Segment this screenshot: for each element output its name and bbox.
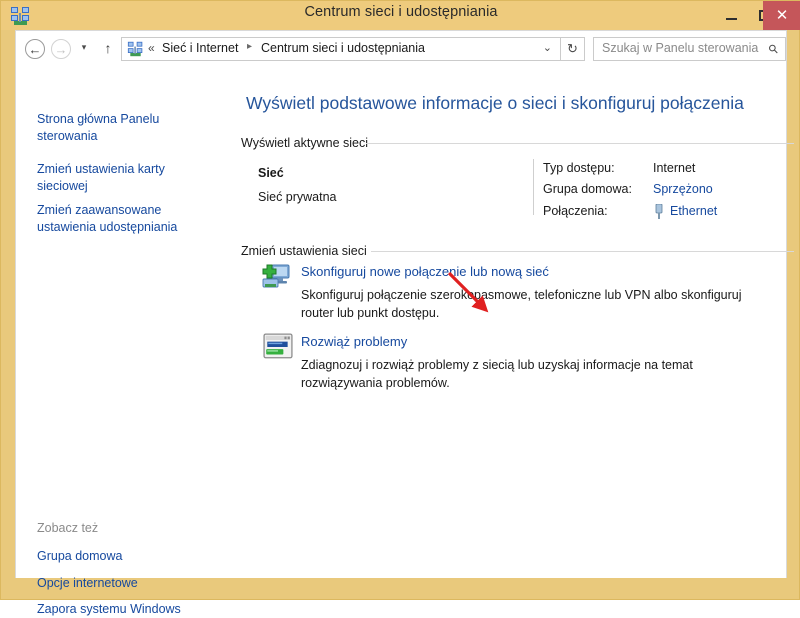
breadcrumb-item-root[interactable]: Sieć i Internet bbox=[162, 41, 238, 55]
see-also-heading: Zobacz też bbox=[37, 521, 99, 535]
network-name: Sieć bbox=[258, 166, 284, 180]
page-title: Wyświetl podstawowe informacje o sieci i… bbox=[246, 93, 744, 113]
vertical-divider bbox=[533, 159, 534, 215]
sidebar-item-internet-options[interactable]: Opcje internetowe bbox=[37, 575, 212, 592]
minimize-button[interactable] bbox=[715, 1, 748, 30]
sidebar-item-change-advanced-sharing[interactable]: Zmień zaawansowane ustawienia udostępnia… bbox=[37, 202, 212, 236]
sidebar-item-homegroup[interactable]: Grupa domowa bbox=[37, 548, 212, 565]
section-divider bbox=[371, 251, 794, 252]
search-icon[interactable]: ⚲ bbox=[766, 41, 782, 57]
task-link-troubleshoot[interactable]: Rozwiąż problemy bbox=[301, 334, 407, 349]
navigation-bar: ← → ▾ ↑ « Sieć i Internet ▸ Centrum siec… bbox=[16, 31, 786, 67]
detail-value-homegroup[interactable]: Sprzężono bbox=[653, 182, 713, 196]
close-button[interactable]: ✕ bbox=[763, 1, 800, 30]
arrow-up-icon: ↑ bbox=[104, 40, 112, 56]
section-divider bbox=[366, 143, 794, 144]
add-network-icon[interactable] bbox=[261, 263, 291, 291]
chevron-down-icon[interactable]: ⌄ bbox=[543, 41, 552, 54]
network-type: Sieć prywatna bbox=[258, 190, 337, 204]
recent-locations-button[interactable]: ▾ bbox=[77, 42, 91, 56]
section-heading-change-settings: Zmień ustawienia sieci bbox=[241, 244, 367, 258]
minimize-icon bbox=[726, 18, 737, 20]
back-button[interactable]: ← bbox=[25, 39, 45, 59]
task-description-setup-new-connection: Skonfiguruj połączenie szerokopasmowe, t… bbox=[301, 288, 742, 320]
detail-label-connections: Połączenia: bbox=[543, 204, 608, 218]
search-input[interactable]: Szukaj w Panelu sterowania ⚲ bbox=[593, 37, 786, 61]
window-title: Centrum sieci i udostępniania bbox=[304, 4, 498, 20]
network-plug-icon bbox=[655, 204, 663, 219]
breadcrumb-prefix: « bbox=[148, 41, 155, 55]
refresh-button[interactable]: ↻ bbox=[561, 37, 585, 61]
sidebar: Strona główna Panelu sterowania Zmień us… bbox=[16, 67, 228, 616]
title-bar: Centrum sieci i udostępniania ✕ bbox=[1, 1, 800, 30]
forward-button[interactable]: → bbox=[51, 39, 71, 59]
detail-value-access-type: Internet bbox=[653, 161, 696, 175]
sidebar-item-control-panel-home[interactable]: Strona główna Panelu sterowania bbox=[37, 111, 212, 145]
detail-label-access-type: Typ dostępu: bbox=[543, 161, 615, 175]
up-button[interactable]: ↑ bbox=[100, 39, 116, 57]
window-frame: Centrum sieci i udostępniania ✕ ← → ▾ ↑ bbox=[0, 0, 800, 616]
client-area: ← → ▾ ↑ « Sieć i Internet ▸ Centrum siec… bbox=[15, 30, 794, 616]
main-content: Wyświetl podstawowe informacje o sieci i… bbox=[228, 67, 794, 578]
breadcrumb-separator-icon[interactable]: ▸ bbox=[247, 41, 252, 52]
task-description-troubleshoot: Zdiagnozuj i rozwiąż problemy z siecią l… bbox=[301, 358, 693, 390]
task-link-setup-new-connection[interactable]: Skonfiguruj nowe połączenie lub nową sie… bbox=[301, 264, 549, 279]
back-arrow-icon: ← bbox=[28, 41, 42, 57]
network-icon bbox=[127, 41, 143, 57]
detail-value-connections[interactable]: Ethernet bbox=[670, 204, 717, 218]
close-icon: ✕ bbox=[775, 7, 789, 24]
breadcrumb-item-current[interactable]: Centrum sieci i udostępniania bbox=[261, 41, 425, 55]
chevron-down-icon: ▾ bbox=[81, 42, 87, 52]
troubleshoot-icon[interactable] bbox=[263, 333, 293, 361]
address-bar[interactable]: « Sieć i Internet ▸ Centrum sieci i udos… bbox=[121, 37, 561, 61]
search-placeholder: Szukaj w Panelu sterowania bbox=[602, 41, 759, 55]
refresh-icon: ↻ bbox=[567, 41, 578, 56]
sidebar-item-windows-firewall[interactable]: Zapora systemu Windows bbox=[37, 601, 212, 618]
forward-arrow-icon: → bbox=[54, 41, 68, 57]
sidebar-item-change-adapter-settings[interactable]: Zmień ustawienia karty sieciowej bbox=[37, 161, 212, 195]
detail-label-homegroup: Grupa domowa: bbox=[543, 182, 632, 196]
section-heading-active-networks: Wyświetl aktywne sieci bbox=[241, 136, 369, 150]
